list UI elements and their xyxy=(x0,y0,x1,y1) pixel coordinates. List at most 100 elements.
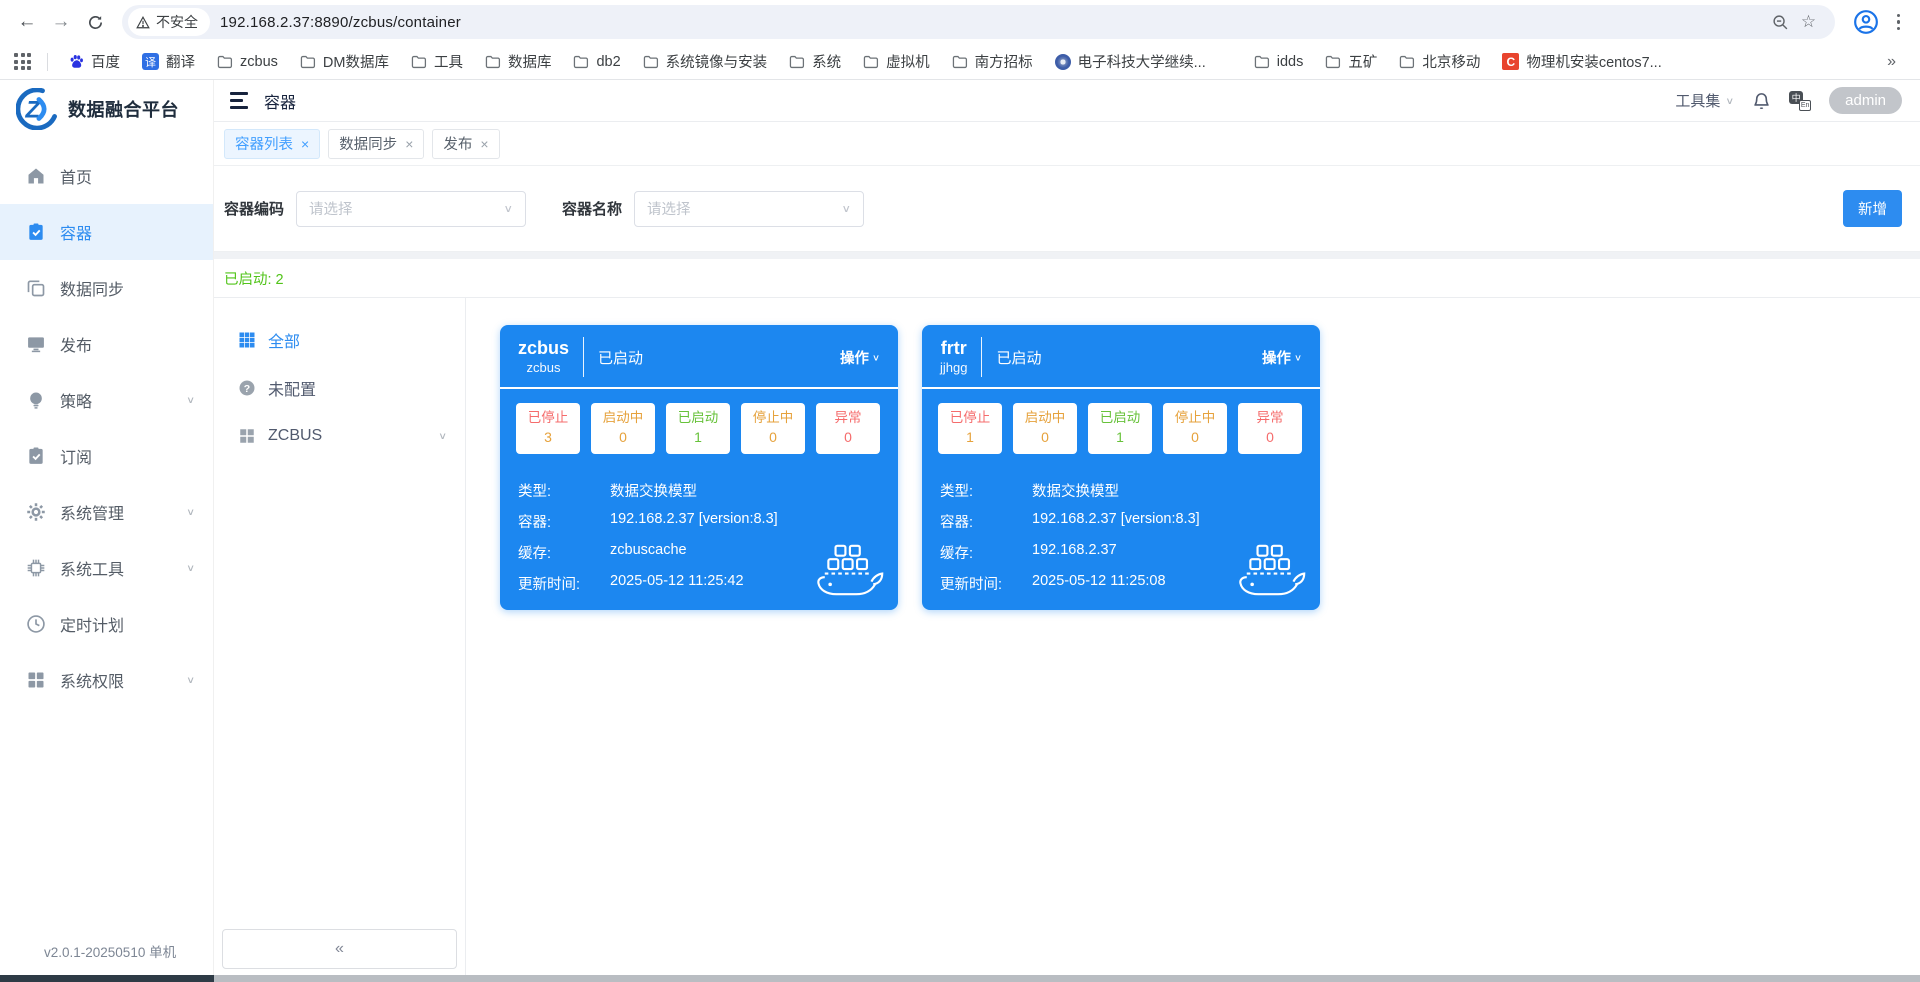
bookmark-star-icon[interactable]: ☆ xyxy=(1795,8,1823,36)
sidebar-item-label: 首页 xyxy=(60,170,93,187)
bookmark-vm[interactable]: 虚拟机 xyxy=(854,46,939,77)
bookmark-system-images[interactable]: 系统镜像与安装 xyxy=(634,46,777,77)
bookmark-zcbus[interactable]: zcbus xyxy=(208,49,287,75)
status-chip: 已停止 1 xyxy=(938,403,1002,454)
sidebar-item-publish[interactable]: 发布 xyxy=(0,316,213,372)
bookmark-uestc[interactable]: 电子科技大学继续... xyxy=(1046,46,1215,77)
clock-icon xyxy=(27,615,45,633)
bookmark-wukuang[interactable]: 五矿 xyxy=(1316,46,1386,77)
select-placeholder: 请选择 xyxy=(647,202,691,218)
tab-publish[interactable]: 发布 × xyxy=(432,128,500,159)
chip-label: 启动中 xyxy=(1024,410,1066,425)
language-switch-icon[interactable]: 中 En xyxy=(1789,90,1812,111)
url-text[interactable]: 192.168.2.37:8890/zcbus/container xyxy=(220,14,461,31)
bookmark-nanfang[interactable]: 南方招标 xyxy=(943,46,1042,77)
container-name-select[interactable]: 请选择 ∨ xyxy=(634,190,865,227)
chevron-down-icon: ∨ xyxy=(841,202,852,215)
container-code-label: 容器编码 xyxy=(224,201,285,218)
row-value: 数据交换模型 xyxy=(1032,483,1119,500)
folder-icon xyxy=(1400,55,1415,68)
status-chip: 停止中 0 xyxy=(1163,403,1227,454)
row-label: 更新时间: xyxy=(518,576,581,593)
security-chip[interactable]: 不安全 xyxy=(128,8,210,36)
card-header: frtr jjhgg 已启动 操作 ∨ xyxy=(922,325,1320,389)
sidebar-item-home[interactable]: 首页 xyxy=(0,148,213,204)
bookmark-bjmobile[interactable]: 北京移动 xyxy=(1390,46,1489,77)
row-label: 容器: xyxy=(518,514,552,531)
address-bar[interactable]: 不安全 192.168.2.37:8890/zcbus/container ☆ xyxy=(122,5,1835,39)
card-action-dropdown[interactable]: 操作 ∨ xyxy=(840,347,880,368)
chip-value: 1 xyxy=(1116,429,1124,446)
folder-icon xyxy=(217,55,233,68)
sidebar-item-strategy[interactable]: 策略 ∨ xyxy=(0,372,213,428)
tab-container-list[interactable]: 容器列表 × xyxy=(224,128,321,159)
bookmark-label: 工具 xyxy=(433,55,463,71)
notification-bell-icon[interactable] xyxy=(1752,91,1771,111)
bookmark-database[interactable]: 数据库 xyxy=(476,46,561,77)
zoom-icon[interactable] xyxy=(1767,8,1795,36)
security-label: 不安全 xyxy=(156,14,198,30)
sidebar-item-data-sync[interactable]: 数据同步 xyxy=(0,260,213,316)
folder-icon xyxy=(863,55,879,68)
toolset-dropdown[interactable]: 工具集 ∨ xyxy=(1675,90,1734,111)
sidebar-fold-icon[interactable] xyxy=(226,88,252,113)
bookmark-baidu[interactable]: 百度 xyxy=(60,46,129,77)
tree-item-zcbus-group[interactable]: ZCBUS ∨ xyxy=(214,412,465,460)
tree-collapse-button[interactable]: « xyxy=(222,929,457,969)
apps-grid-icon[interactable] xyxy=(14,53,31,70)
chip-value: 3 xyxy=(544,429,552,446)
bookmarks-overflow-icon[interactable]: » xyxy=(1877,53,1906,71)
sidebar-item-schedule[interactable]: 定时计划 xyxy=(0,596,213,652)
forward-icon[interactable]: → xyxy=(44,5,78,39)
sidebar-item-system-tools[interactable]: 系统工具 ∨ xyxy=(0,540,213,596)
sidebar-item-subscribe[interactable]: 订阅 xyxy=(0,428,213,484)
section-gap xyxy=(214,252,1920,259)
bookmark-idds[interactable]: idds xyxy=(1245,49,1313,75)
bookmark-tools[interactable]: 工具 xyxy=(402,46,472,77)
chip-label: 异常 xyxy=(834,410,862,425)
profile-avatar[interactable] xyxy=(1851,7,1881,37)
sidebar-item-permissions[interactable]: 系统权限 ∨ xyxy=(0,652,213,708)
sidebar-item-system-mgmt[interactable]: 系统管理 ∨ xyxy=(0,484,213,540)
bookmark-centos[interactable]: C 物理机安装centos7... xyxy=(1493,46,1670,77)
close-icon[interactable]: × xyxy=(405,136,413,152)
translate-badge-icon: 译 xyxy=(142,53,159,70)
tab-data-sync[interactable]: 数据同步 × xyxy=(328,128,425,159)
tree-panel: 全部 ? 未配置 ZCBUS ∨ « xyxy=(214,298,466,975)
row-value: 数据交换模型 xyxy=(610,483,697,500)
tab-label: 数据同步 xyxy=(339,137,398,153)
bell-glyph xyxy=(1754,92,1769,109)
bookmark-translate[interactable]: 译 翻译 xyxy=(133,46,204,77)
chip-icon xyxy=(27,559,45,577)
tree-item-unconfigured[interactable]: ? 未配置 xyxy=(214,364,465,412)
chip-label: 已停止 xyxy=(949,410,991,425)
card-header: zcbus zcbus 已启动 操作 ∨ xyxy=(500,325,898,389)
bulb-icon xyxy=(30,392,42,409)
add-button[interactable]: 新增 xyxy=(1843,190,1902,227)
bookmark-label: 电子科技大学继续... xyxy=(1077,55,1206,71)
site-badge-icon xyxy=(1054,53,1071,70)
chip-value: 1 xyxy=(694,429,702,446)
sidebar-item-container[interactable]: 容器 xyxy=(0,204,213,260)
grid-all-icon xyxy=(239,332,255,348)
row-value: 2025-05-12 11:25:08 xyxy=(1032,572,1166,589)
close-icon[interactable]: × xyxy=(480,136,488,152)
bookmark-label: DM数据库 xyxy=(322,55,389,71)
bookmark-system[interactable]: 系统 xyxy=(780,46,850,77)
main-area: 容器 工具集 ∨ 中 En admin 容器列表 × 数据同步 × 发布 × 容… xyxy=(214,80,1920,975)
refresh-icon[interactable] xyxy=(78,5,112,39)
bookmark-db2[interactable]: db2 xyxy=(564,49,629,75)
bookmark-label: 南方招标 xyxy=(974,55,1033,71)
close-icon[interactable]: × xyxy=(301,136,309,152)
bookmark-label: zcbus xyxy=(240,53,278,70)
browser-menu-icon[interactable] xyxy=(1887,13,1911,31)
bookmark-dm-db[interactable]: DM数据库 xyxy=(291,46,398,77)
browser-toolbar: ← → 不安全 192.168.2.37:8890/zcbus/containe… xyxy=(0,0,1920,44)
tree-item-all[interactable]: 全部 xyxy=(214,316,465,364)
user-badge[interactable]: admin xyxy=(1829,87,1902,114)
back-icon[interactable]: ← xyxy=(10,5,44,39)
container-code-select[interactable]: 请选择 ∨ xyxy=(296,190,527,227)
card-action-dropdown[interactable]: 操作 ∨ xyxy=(1262,347,1302,368)
status-chip: 已启动 1 xyxy=(1088,403,1152,454)
